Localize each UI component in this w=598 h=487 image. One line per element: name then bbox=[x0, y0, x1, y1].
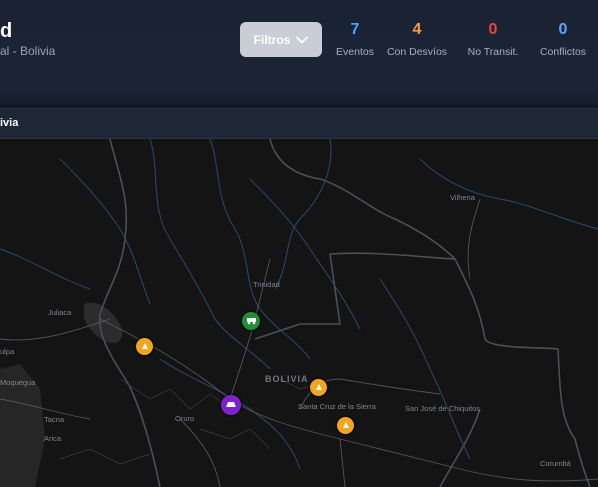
place-label: Corumbá bbox=[540, 459, 571, 468]
event-marker-detour[interactable] bbox=[310, 379, 327, 396]
map-base-layer bbox=[0, 139, 598, 487]
chevron-down-icon bbox=[296, 36, 309, 44]
place-label: Vilhena bbox=[450, 193, 475, 202]
stat-not-passable-label: No Transit. bbox=[467, 46, 519, 58]
stat-not-passable-value: 0 bbox=[488, 21, 498, 38]
place-label: ulpa bbox=[0, 347, 15, 356]
detour-icon bbox=[140, 338, 150, 356]
place-label: Tacna bbox=[44, 415, 65, 424]
vehicle-icon bbox=[225, 396, 237, 414]
filters-button[interactable]: Filtros bbox=[240, 22, 322, 57]
page-subtitle: al - Bolivia bbox=[0, 44, 56, 58]
machinery-icon bbox=[246, 312, 257, 330]
country-label: BOLIVIA bbox=[265, 374, 309, 384]
place-label: San José de Chiquitos bbox=[405, 404, 481, 413]
filters-button-label: Filtros bbox=[253, 32, 291, 47]
stat-detours-value: 4 bbox=[412, 21, 422, 38]
stat-conflicts-value: 0 bbox=[558, 21, 568, 38]
stat-conflicts-label: Conflictos bbox=[539, 46, 587, 58]
detour-icon bbox=[314, 379, 324, 397]
map-title: ivia bbox=[0, 117, 19, 129]
stat-detours-label: Con Desvíos bbox=[386, 46, 448, 58]
stat-events-value: 7 bbox=[350, 21, 360, 38]
event-marker-detour[interactable] bbox=[136, 338, 153, 355]
event-marker-detour[interactable] bbox=[337, 417, 354, 434]
map-canvas[interactable]: Vilhena Trinidad Juliaca ulpa Moquegua T… bbox=[0, 139, 598, 487]
place-label: Moquegua bbox=[0, 378, 36, 387]
top-header: d al - Bolivia Filtros 7 Eventos 4 Con D… bbox=[0, 0, 598, 90]
event-marker-incident[interactable] bbox=[221, 395, 241, 415]
header-divider bbox=[0, 90, 598, 109]
detour-icon bbox=[341, 417, 351, 435]
place-label: Oruro bbox=[175, 414, 195, 423]
stat-not-passable: 0 No Transit. bbox=[458, 20, 528, 58]
place-label: Arica bbox=[44, 434, 62, 443]
place-label: Santa Cruz de la Sierra bbox=[298, 402, 376, 411]
stat-conflicts: 0 Conflictos bbox=[528, 20, 598, 58]
place-label: Juliaca bbox=[48, 308, 72, 317]
page-title: d bbox=[0, 20, 13, 42]
stat-events: 7 Eventos bbox=[320, 20, 390, 58]
event-marker-works[interactable] bbox=[242, 312, 260, 330]
place-label: Trinidad bbox=[253, 280, 280, 289]
map-title-bar: ivia bbox=[0, 109, 598, 139]
stat-events-label: Eventos bbox=[336, 46, 374, 58]
stat-detours: 4 Con Desvíos bbox=[382, 20, 452, 58]
